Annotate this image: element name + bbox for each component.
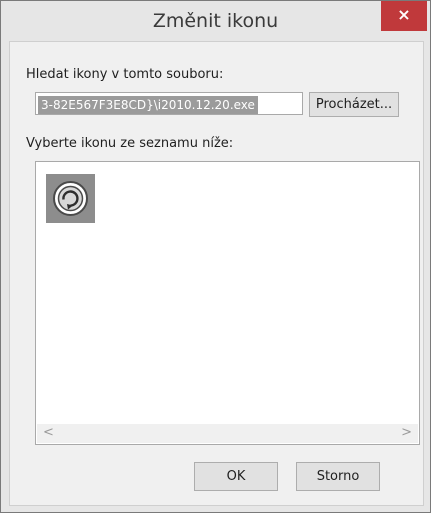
scroll-right-icon[interactable]: > xyxy=(401,425,412,440)
close-button[interactable]: × xyxy=(381,1,427,31)
dialog-title: Změnit ikonu xyxy=(152,10,279,32)
close-icon: × xyxy=(397,5,411,24)
dialog-body: Hledat ikony v tomto souboru: 3-82E567F3… xyxy=(9,41,424,506)
file-path-value: 3-82E567F3E8CD}\i2010.12.20.exe xyxy=(38,96,258,114)
change-icon-dialog: Změnit ikonu × Hledat ikony v tomto soub… xyxy=(0,0,431,513)
horizontal-scrollbar[interactable]: < > xyxy=(37,424,418,443)
browse-button[interactable]: Procházet... xyxy=(309,92,399,117)
file-path-field[interactable]: 3-82E567F3E8CD}\i2010.12.20.exe xyxy=(35,92,303,115)
icon-item-selected[interactable] xyxy=(46,174,95,223)
title-bar[interactable]: Změnit ikonu × xyxy=(1,1,430,41)
cancel-button[interactable]: Storno xyxy=(296,462,380,491)
ok-button[interactable]: OK xyxy=(194,462,278,491)
icon-list-label: Vyberte ikonu ze seznamu níže: xyxy=(26,136,234,151)
scroll-left-icon[interactable]: < xyxy=(43,425,54,440)
icon-list[interactable]: < > xyxy=(35,161,420,445)
refresh-circle-icon xyxy=(53,181,88,216)
search-file-label: Hledat ikony v tomto souboru: xyxy=(26,67,224,82)
